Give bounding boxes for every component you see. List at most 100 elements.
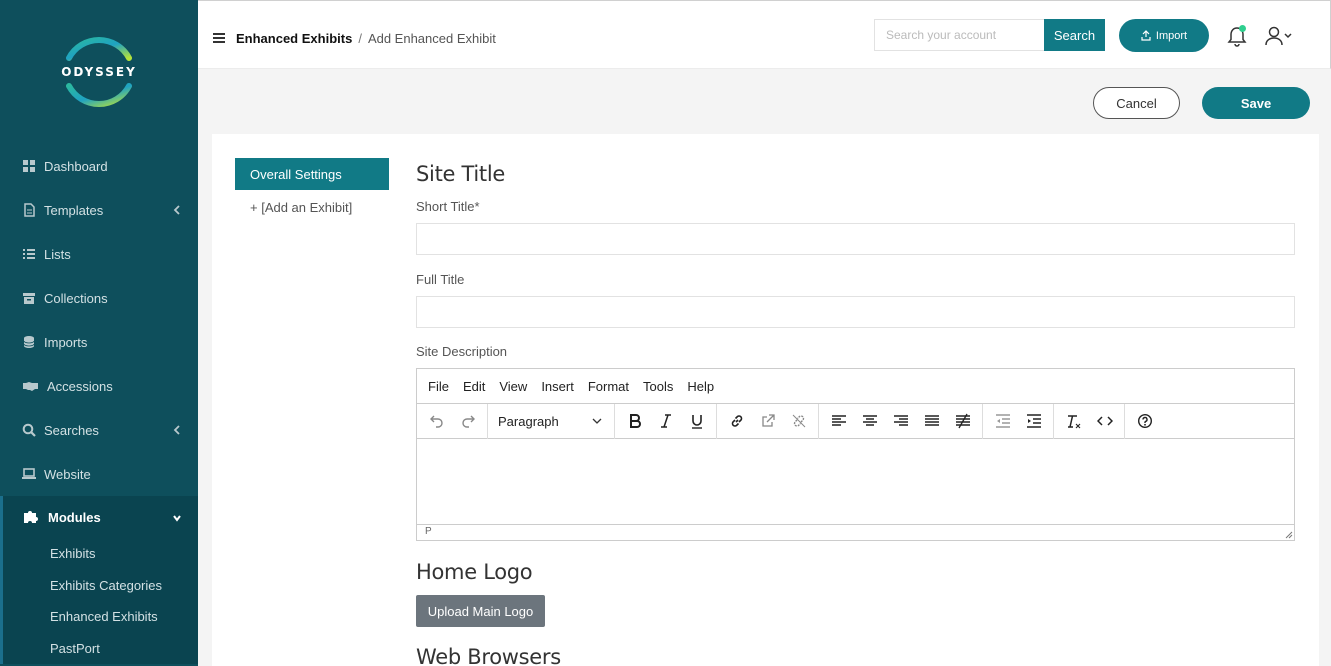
modules-submenu: Exhibits Exhibits Categories Enhanced Ex…	[0, 538, 198, 664]
outdent-icon[interactable]	[987, 407, 1018, 435]
full-title-input[interactable]	[416, 296, 1295, 328]
editor-menu-edit[interactable]: Edit	[463, 379, 485, 394]
sidebar-item-label: Templates	[44, 202, 104, 218]
editor-menu-tools[interactable]: Tools	[643, 379, 673, 394]
search-input[interactable]	[874, 19, 1045, 51]
web-browsers-heading: Web Browsers	[416, 645, 561, 666]
list-icon	[22, 247, 36, 261]
dashboard-icon	[22, 159, 36, 173]
block-format-group: Paragraph	[488, 403, 615, 439]
resize-handle-icon[interactable]	[1285, 531, 1293, 539]
link-group	[717, 403, 819, 439]
block-format-select[interactable]: Paragraph	[492, 407, 610, 435]
site-title-heading: Site Title	[416, 162, 505, 186]
search-icon	[22, 423, 36, 437]
file-icon	[22, 203, 36, 217]
sidebar-item-templates[interactable]: Templates	[0, 188, 198, 232]
chevron-left-icon	[173, 205, 180, 215]
sidebar-item-collections[interactable]: Collections	[0, 276, 198, 320]
link-icon[interactable]	[721, 407, 752, 435]
editor-menu-format[interactable]: Format	[588, 379, 629, 394]
align-center-icon[interactable]	[854, 407, 885, 435]
editor-menu-insert[interactable]: Insert	[541, 379, 574, 394]
sidebar-item-label: Website	[44, 466, 91, 482]
sidebar-item-modules[interactable]: Modules	[0, 496, 198, 538]
underline-icon[interactable]	[681, 407, 712, 435]
short-title-label: Short Title*	[416, 199, 480, 214]
undo-icon[interactable]	[421, 407, 452, 435]
sidebar-item-dashboard[interactable]: Dashboard	[0, 144, 198, 188]
editor-content-area[interactable]	[417, 439, 1294, 524]
source-code-icon[interactable]	[1089, 407, 1120, 435]
sidebar-item-label: Modules	[48, 509, 101, 525]
sidebar-item-lists[interactable]: Lists	[0, 232, 198, 276]
indent-icon[interactable]	[1018, 407, 1049, 435]
rich-text-editor: File Edit View Insert Format Tools Help …	[416, 368, 1295, 541]
archive-icon	[22, 291, 36, 305]
editor-menubar: File Edit View Insert Format Tools Help	[417, 369, 1294, 404]
chevron-down-icon	[173, 515, 181, 522]
sidebar-item-website[interactable]: Website	[0, 452, 198, 496]
sidebar-item-accessions[interactable]: Accessions	[0, 364, 198, 408]
upload-main-logo-button[interactable]: Upload Main Logo	[416, 595, 545, 627]
help-group	[1125, 404, 1164, 439]
editor-menu-help[interactable]: Help	[687, 379, 714, 394]
redo-icon[interactable]	[452, 407, 483, 435]
align-right-icon[interactable]	[885, 407, 916, 435]
breadcrumb-page: Add Enhanced Exhibit	[367, 31, 496, 46]
search-button[interactable]: Search	[1044, 19, 1105, 51]
menu-icon[interactable]	[213, 33, 225, 43]
open-link-icon[interactable]	[752, 407, 783, 435]
chevron-down-icon	[592, 418, 602, 424]
breadcrumb: Enhanced Exhibits / Add Enhanced Exhibit	[236, 31, 496, 46]
sidebar-item-label: Accessions	[47, 378, 113, 394]
user-menu[interactable]	[1265, 26, 1295, 46]
align-none-icon[interactable]	[947, 407, 978, 435]
sidebar-item-label: Imports	[44, 334, 88, 350]
help-icon[interactable]	[1129, 407, 1160, 435]
content-panel: Overall Settings + [Add an Exhibit] Site…	[212, 134, 1319, 666]
align-left-icon[interactable]	[823, 407, 854, 435]
italic-icon[interactable]	[650, 407, 681, 435]
align-justify-icon[interactable]	[916, 407, 947, 435]
add-exhibit-link[interactable]: + [Add an Exhibit]	[250, 200, 352, 215]
sidebar-subitem-exhibits[interactable]: Exhibits	[3, 538, 198, 570]
short-title-input[interactable]	[416, 223, 1295, 255]
breadcrumb-current[interactable]: Enhanced Exhibits	[236, 31, 352, 46]
notification-bell-icon[interactable]	[1227, 25, 1247, 48]
site-description-label: Site Description	[416, 344, 508, 359]
notification-dot	[1239, 25, 1246, 32]
sidebar-item-imports[interactable]: Imports	[0, 320, 198, 364]
tab-overall-settings[interactable]: Overall Settings	[235, 158, 389, 190]
puzzle-icon	[22, 510, 40, 524]
bold-icon[interactable]	[619, 407, 650, 435]
sidebar-item-label: Collections	[44, 290, 108, 306]
top-bar: Enhanced Exhibits / Add Enhanced Exhibit S…	[198, 0, 1331, 69]
odyssey-logo[interactable]: ODYSSEY	[57, 30, 141, 114]
sidebar-item-searches[interactable]: Searches	[0, 408, 198, 452]
breadcrumb-separator: /	[358, 31, 362, 46]
align-group	[819, 403, 983, 439]
cancel-button[interactable]: Cancel	[1093, 87, 1180, 119]
laptop-icon	[22, 467, 36, 481]
handshake-icon	[22, 379, 39, 393]
sidebar-item-label: Searches	[44, 422, 99, 438]
editor-toolbar: Paragraph	[417, 403, 1294, 439]
misc-group	[1054, 403, 1125, 439]
home-logo-heading: Home Logo	[416, 560, 533, 584]
editor-statusbar: P	[417, 524, 1294, 540]
clear-formatting-icon[interactable]	[1058, 407, 1089, 435]
save-button[interactable]: Save	[1202, 87, 1310, 119]
editor-menu-file[interactable]: File	[428, 379, 449, 394]
unlink-icon[interactable]	[783, 407, 814, 435]
import-button[interactable]: Import	[1119, 19, 1209, 52]
indent-group	[983, 403, 1054, 439]
editor-menu-view[interactable]: View	[499, 379, 527, 394]
sidebar-subitem-pastport[interactable]: PastPort	[3, 633, 198, 665]
block-format-value: Paragraph	[498, 413, 559, 429]
sidebar-nav: Dashboard Templates Lists Collections Im…	[0, 144, 198, 664]
text-style-group	[615, 403, 717, 439]
upload-icon	[1141, 30, 1151, 41]
sidebar-subitem-enhanced-exhibits[interactable]: Enhanced Exhibits	[3, 601, 198, 633]
sidebar-subitem-exhibits-categories[interactable]: Exhibits Categories	[3, 570, 198, 602]
